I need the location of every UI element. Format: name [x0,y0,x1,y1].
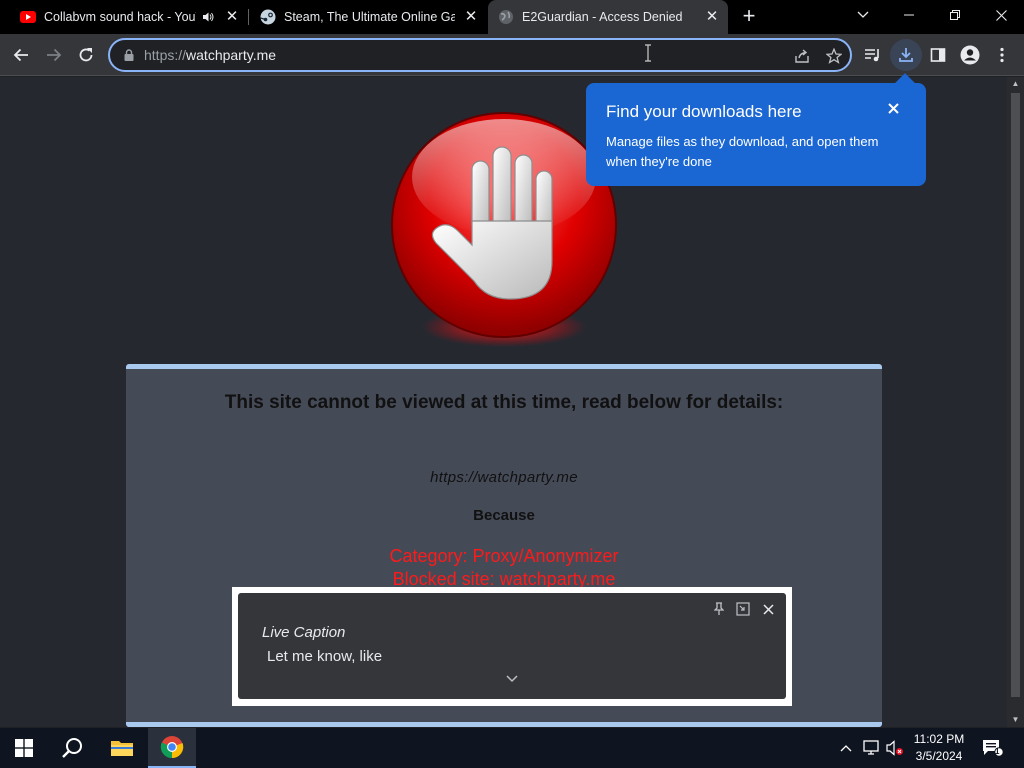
chrome-taskbar-button[interactable] [148,728,196,768]
address-bar[interactable]: https://watchparty.me [108,38,852,72]
notification-icon [983,740,1004,757]
taskbar: 11:02 PM 3/5/2024 1 [0,728,1024,768]
share-icon[interactable] [792,46,812,66]
tab-title: Collabvm sound hack - YouT [44,10,196,24]
close-tab-icon[interactable]: ✕ [463,9,479,25]
url-text: https://watchparty.me [144,47,276,63]
download-icon [899,48,913,62]
scrollbar-thumb[interactable] [1011,93,1020,697]
reload-icon [79,48,93,62]
downloads-button[interactable] [890,39,922,71]
expand-caption-button[interactable] [504,673,520,685]
steam-icon [260,9,276,25]
tab-collabvm[interactable]: Collabvm sound hack - YouT ✕ [0,0,248,34]
search-button[interactable] [48,728,96,768]
action-center-button[interactable]: 1 [981,739,1005,757]
close-icon [887,103,899,114]
text-cursor-icon [645,44,651,62]
because-label: Because [473,507,535,524]
caption-text: Let me know, like [267,648,383,665]
bubble-title: Find your downloads here [606,102,802,121]
close-tab-icon[interactable]: ✕ [224,9,240,25]
tab-title: Steam, The Ultimate Online Game [284,10,455,24]
close-bubble-button[interactable] [884,101,902,119]
side-panel-icon [930,48,946,62]
tab-e2guardian[interactable]: E2Guardian - Access Denied ✕ [488,0,728,34]
chevron-down-icon [506,675,518,683]
profile-button[interactable] [954,39,986,71]
forward-arrow-icon [47,48,62,62]
clock-date: 3/5/2024 [915,749,963,763]
close-icon [995,9,1007,21]
playlist-music-icon [865,49,879,62]
bookmark-star-icon[interactable] [824,46,844,66]
tab-steam[interactable]: Steam, The Ultimate Online Game ✕ [240,0,487,34]
block-category: Category: Proxy/Anonymizer [389,546,619,566]
lock-icon[interactable] [122,48,136,62]
close-window-button[interactable] [978,0,1024,30]
panel-bottom-border [126,722,882,727]
close-icon [762,603,774,615]
tab-search-button[interactable] [840,0,886,30]
folder-icon [111,741,133,756]
file-explorer-button[interactable] [98,728,146,768]
chevron-up-icon [840,745,852,752]
back-button[interactable] [5,39,37,71]
pin-icon[interactable] [711,601,727,617]
volume-muted-icon[interactable] [885,739,905,757]
clock-time: 11:02 PM [913,732,965,746]
taskbar-clock[interactable]: 11:02 PM 3/5/2024 [906,731,972,765]
caption-title: Live Caption [262,624,346,641]
live-caption-bubble[interactable]: Live Caption Let me know, like [238,593,786,699]
windows-icon [15,739,33,757]
media-controls-button[interactable] [857,39,889,71]
minimize-icon [904,14,914,16]
speaker-icon[interactable] [200,9,216,25]
bubble-body: Manage files as they download, and open … [606,134,879,169]
scrollbar[interactable]: ▲ ▼ [1007,77,1024,727]
new-tab-button[interactable]: + [737,5,761,29]
toolbar: https://watchparty.me [0,34,1024,76]
avatar-icon [960,45,980,65]
start-button[interactable] [0,728,48,768]
downloads-bubble: Find your downloads here Manage files as… [586,73,926,186]
youtube-icon [20,9,36,25]
chevron-down-icon [857,11,869,18]
tab-strip: Collabvm sound hack - YouT ✕ Steam, The … [0,0,1024,34]
menu-button[interactable] [986,39,1018,71]
network-icon[interactable] [862,739,882,757]
url-scheme: https:// [144,47,187,63]
forward-button[interactable] [38,39,70,71]
chrome-icon [160,736,184,759]
globe-icon [498,9,514,25]
scroll-down-icon[interactable]: ▼ [1007,713,1024,727]
reload-button[interactable] [70,39,102,71]
blocked-url: https://watchparty.me [430,469,578,486]
minimize-button[interactable] [886,0,932,30]
collapse-icon[interactable] [735,601,751,617]
scroll-up-icon[interactable]: ▲ [1007,77,1024,91]
close-caption-button[interactable] [760,601,776,617]
restore-icon [950,10,960,20]
search-icon [62,738,82,758]
url-host: watchparty.me [186,47,277,63]
back-arrow-icon [13,48,28,62]
page-heading: This site cannot be viewed at this time,… [224,392,784,413]
close-tab-icon[interactable]: ✕ [704,9,720,25]
show-hidden-icons-button[interactable] [838,739,854,757]
restore-button[interactable] [932,0,978,30]
notification-count: 1 [995,747,1000,756]
side-panel-button[interactable] [922,39,954,71]
kebab-menu-icon [1000,47,1004,63]
tab-title: E2Guardian - Access Denied [522,10,683,24]
